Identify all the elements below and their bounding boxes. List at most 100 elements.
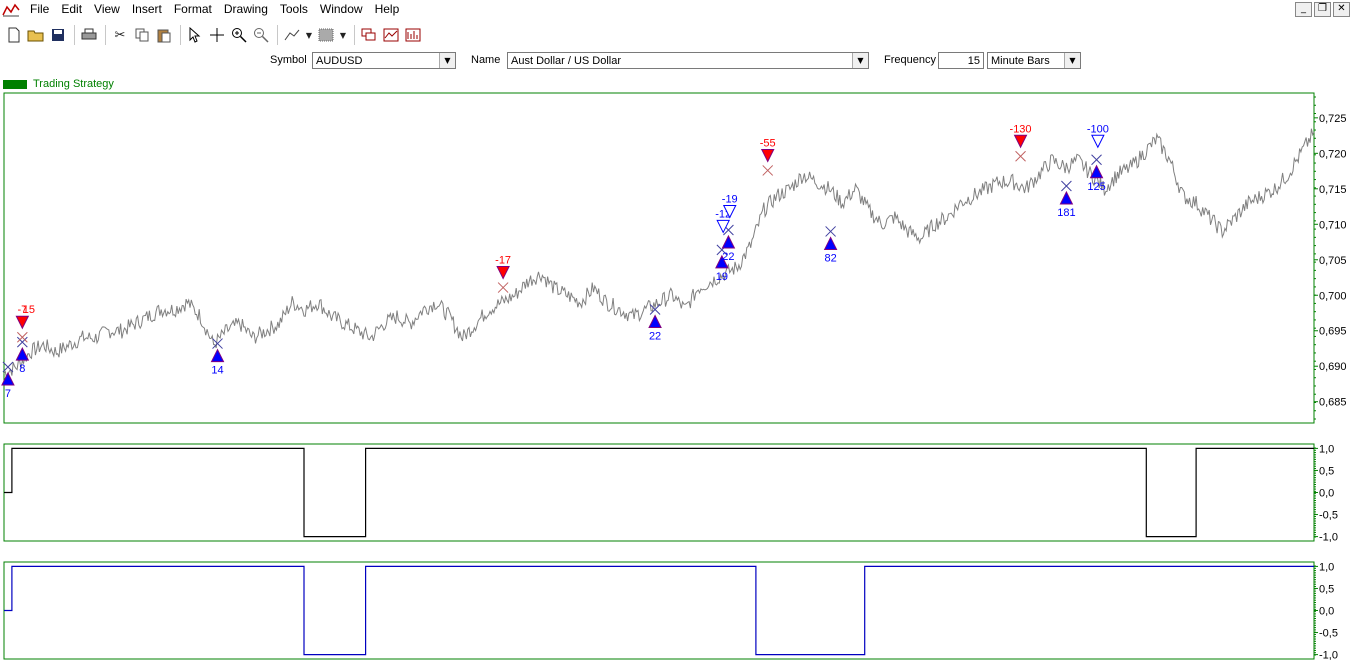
bar-type-dropdown[interactable]: Minute Bars ▼ xyxy=(987,52,1081,69)
copy-icon[interactable] xyxy=(132,25,152,45)
y-tick-label: 0,725 xyxy=(1319,113,1347,125)
menu-format[interactable]: Format xyxy=(168,0,218,19)
price-line xyxy=(3,128,1315,380)
y-tick-label: 0,685 xyxy=(1319,397,1347,409)
exit-label: -100 xyxy=(1087,123,1109,135)
minimize-button[interactable]: _ xyxy=(1295,2,1312,17)
window-controls: _ ❐ ✕ xyxy=(1295,2,1350,17)
pointer-icon[interactable] xyxy=(185,25,205,45)
chart-window-icon[interactable] xyxy=(381,25,401,45)
y-tick-label: 1,0 xyxy=(1319,561,1334,573)
exit-cross-marker xyxy=(649,304,661,315)
toolbar-separator xyxy=(277,25,278,45)
buy-label: 22 xyxy=(722,251,734,263)
exit-cross-marker xyxy=(825,226,836,237)
indicator-pane-1: 1,0 0,5 0,0 -0,5 -1,0 xyxy=(3,443,1338,544)
price-pane: 0,725 0,720 0,715 0,710 0,705 0,700 0,695 0,690… xyxy=(1,92,1347,424)
buy-marker xyxy=(715,254,729,269)
trade-label: 15 xyxy=(23,304,35,316)
print-icon[interactable] xyxy=(79,25,99,45)
exit-cross-marker xyxy=(1091,154,1102,166)
exit-cross-marker xyxy=(2,361,14,373)
zoom-in-icon[interactable] xyxy=(229,25,249,45)
sell-marker xyxy=(496,266,510,280)
menu-file[interactable]: File xyxy=(24,0,55,19)
menu-drawing[interactable]: Drawing xyxy=(218,0,274,19)
symbol-bar: Symbol AUDUSD ▼ Name Aust Dollar / US Do… xyxy=(0,50,1352,72)
position-line xyxy=(4,565,1314,656)
buy-label: 19 xyxy=(716,271,728,283)
cut-icon[interactable]: ✂ xyxy=(110,25,130,45)
name-value: Aust Dollar / US Dollar xyxy=(511,55,622,67)
pane-frame xyxy=(3,443,1315,542)
y-tick-label: 0,5 xyxy=(1319,583,1334,595)
toolbar-separator xyxy=(354,25,355,45)
chevron-down-icon[interactable]: ▼ xyxy=(1064,53,1080,68)
save-icon[interactable] xyxy=(48,25,68,45)
menu-help[interactable]: Help xyxy=(369,0,406,19)
paste-icon[interactable] xyxy=(154,25,174,45)
chevron-down-icon[interactable]: ▼ xyxy=(852,53,868,68)
chart-app-icon[interactable] xyxy=(2,2,20,18)
buy-marker xyxy=(1,371,15,386)
cascade-windows-icon[interactable] xyxy=(359,25,379,45)
menu-tools[interactable]: Tools xyxy=(274,0,314,19)
close-button[interactable]: ✕ xyxy=(1333,2,1350,17)
y-tick-label: 0,705 xyxy=(1319,255,1347,267)
symbol-value: AUDUSD xyxy=(316,55,363,67)
buy-label: 22 xyxy=(649,331,661,343)
menu-insert[interactable]: Insert xyxy=(126,0,168,19)
sell-label: -55 xyxy=(760,137,776,149)
restore-button[interactable]: ❐ xyxy=(1314,2,1331,17)
buy-label: 7 xyxy=(5,388,11,400)
chevron-down-icon[interactable]: ▼ xyxy=(439,53,455,68)
exit-marker xyxy=(1091,134,1105,149)
name-dropdown[interactable]: Aust Dollar / US Dollar ▼ xyxy=(507,52,869,69)
exit-cross-marker xyxy=(723,224,734,236)
strategy-label: Trading Strategy xyxy=(33,78,114,90)
sell-marker xyxy=(15,315,30,330)
fill-pattern-icon[interactable] xyxy=(316,25,336,45)
frequency-input[interactable]: 15 xyxy=(938,52,984,69)
exit-marker xyxy=(716,219,730,234)
menu-window[interactable]: Window xyxy=(314,0,369,19)
menu-view[interactable]: View xyxy=(88,0,126,19)
y-tick-label: 0,715 xyxy=(1319,184,1347,196)
chart-area[interactable]: 0,725 0,720 0,715 0,710 0,705 0,700 0,695 0,690… xyxy=(0,0,1352,660)
sell-marker xyxy=(1013,134,1028,149)
new-file-icon[interactable] xyxy=(4,25,24,45)
chevron-down-icon[interactable]: ▼ xyxy=(338,25,348,45)
y-tick-label: 0,700 xyxy=(1319,290,1347,302)
menu-edit[interactable]: Edit xyxy=(55,0,88,19)
chevron-down-icon[interactable]: ▼ xyxy=(304,25,314,45)
exit-cross-marker xyxy=(716,244,728,256)
buy-label: 181 xyxy=(1057,207,1075,219)
buy-marker xyxy=(1059,190,1074,205)
indicator-pane-2: 1,0 0,5 0,0 -0,5 -1,0 xyxy=(3,561,1338,660)
y-tick-label: 0,5 xyxy=(1319,465,1334,477)
buy-marker xyxy=(210,348,225,363)
zoom-out-icon[interactable] xyxy=(251,25,271,45)
open-folder-icon[interactable] xyxy=(26,25,46,45)
sell-label: -7 xyxy=(17,304,27,316)
exit-cross-marker xyxy=(497,282,509,293)
exit-label: -12 xyxy=(715,208,731,220)
strategy-legend[interactable]: Trading Strategy xyxy=(3,78,114,90)
buy-marker xyxy=(648,314,662,329)
bar-chart-icon[interactable] xyxy=(403,25,423,45)
trendline-icon[interactable] xyxy=(282,25,302,45)
buy-marker xyxy=(823,236,838,250)
menu-bar: File Edit View Insert Format Drawing Too… xyxy=(0,0,1352,19)
y-tick-label: 1,0 xyxy=(1319,443,1334,455)
buy-label: 8 xyxy=(19,363,25,375)
buy-label: 82 xyxy=(824,252,836,264)
toolbar-separator xyxy=(105,25,106,45)
crosshair-icon[interactable] xyxy=(207,25,227,45)
symbol-dropdown[interactable]: AUDUSD ▼ xyxy=(312,52,456,69)
toolbar-separator xyxy=(74,25,75,45)
y-tick-label: -0,5 xyxy=(1319,510,1338,522)
pane-frame xyxy=(3,561,1315,660)
y-tick-label: -1,0 xyxy=(1319,650,1338,660)
y-tick-label: -0,5 xyxy=(1319,628,1338,640)
exit-cross-marker xyxy=(1061,180,1072,192)
